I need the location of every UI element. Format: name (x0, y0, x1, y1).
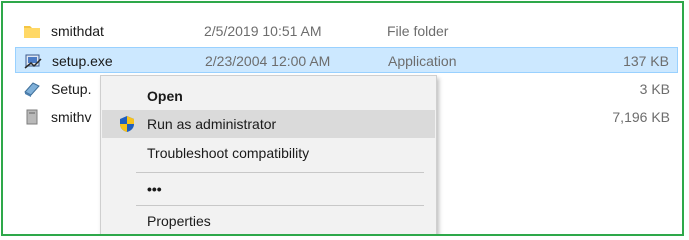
menu-item-label: Troubleshoot compatibility (147, 145, 310, 161)
file-size: 3 KB (639, 81, 670, 97)
menu-item-run-as-administrator[interactable]: Run as administrator (102, 110, 435, 138)
uac-shield-icon (118, 115, 136, 133)
menu-separator (136, 172, 424, 173)
file-type: Application (388, 53, 457, 69)
file-name: Setup. (51, 81, 92, 97)
file-size: 7,196 KB (612, 109, 670, 125)
menu-item-more[interactable]: ••• (102, 175, 435, 203)
setup-exe-icon (24, 52, 42, 70)
menu-item-troubleshoot-compatibility[interactable]: Troubleshoot compatibility (102, 139, 435, 167)
setup-file-icon (23, 80, 41, 98)
menu-item-label: Properties (147, 213, 211, 229)
explorer-file-list: smithdat 2/5/2019 10:51 AM File folder s… (1, 1, 684, 236)
file-date: 2/5/2019 10:51 AM (204, 23, 322, 39)
cabinet-file-icon (23, 108, 41, 126)
folder-icon (23, 22, 41, 40)
menu-separator (136, 205, 424, 206)
file-row-setup-exe[interactable]: setup.exe 2/23/2004 12:00 AM Application… (15, 47, 678, 73)
file-type: File folder (387, 23, 449, 39)
menu-item-properties[interactable]: Properties (102, 207, 435, 234)
menu-item-label: Run as administrator (147, 116, 277, 132)
file-name: smithv (51, 109, 92, 125)
file-date: 2/23/2004 12:00 AM (205, 53, 331, 69)
file-size: 137 KB (623, 53, 669, 69)
menu-item-label: Open (147, 88, 183, 104)
file-row-smithdat[interactable]: smithdat 2/5/2019 10:51 AM File folder (15, 18, 678, 44)
file-name: setup.exe (52, 53, 113, 69)
file-name: smithdat (51, 23, 104, 39)
menu-item-open[interactable]: Open (102, 82, 435, 110)
context-menu: Open Run as administrator Troubleshoot c… (100, 75, 437, 234)
menu-item-label: ••• (147, 181, 162, 197)
